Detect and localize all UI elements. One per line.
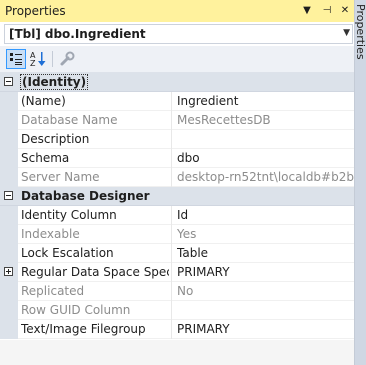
column-divider[interactable] — [171, 149, 172, 168]
property-value: MesRecettesDB — [177, 113, 271, 127]
property-name: Indexable — [21, 227, 80, 241]
window-position-dropdown-icon[interactable]: ▼ — [300, 4, 314, 18]
column-divider[interactable] — [171, 111, 172, 130]
row-gutter — [0, 168, 18, 187]
close-icon[interactable]: ✕ — [338, 4, 352, 18]
properties-side-tab[interactable]: Properties — [354, 0, 366, 365]
property-value: desktop-rn52tnt\localdb#b2be881 — [177, 170, 354, 184]
property-value[interactable]: Ingredient — [177, 94, 354, 108]
title-bar[interactable]: Properties ▼ ⊣ ✕ — [0, 0, 354, 22]
property-name: Text/Image Filegroup — [21, 322, 146, 336]
column-divider[interactable] — [171, 92, 172, 111]
row-gutter — [0, 263, 18, 282]
column-divider[interactable] — [171, 320, 172, 339]
collapse-icon[interactable] — [4, 191, 13, 200]
property-name: Replicated — [21, 284, 85, 298]
panel-title: Properties — [5, 4, 66, 18]
object-selector[interactable]: [Tbl] dbo.Ingredient ▼ — [4, 24, 353, 44]
property-grid: (Identity) (Name) Ingredient Database Name M… — [0, 73, 354, 339]
wrench-icon — [60, 51, 75, 66]
toolbar-separator — [52, 51, 53, 67]
property-value[interactable]: Id — [177, 208, 354, 222]
property-value: No — [177, 284, 194, 298]
property-value[interactable]: PRIMARY — [177, 322, 354, 336]
category-label: Database Designer — [21, 189, 150, 203]
collapse-icon[interactable] — [4, 77, 13, 86]
chevron-down-icon[interactable]: ▼ — [343, 28, 350, 38]
property-row[interactable]: Schema dbo — [0, 149, 354, 168]
property-name: Row GUID Column — [21, 303, 131, 317]
column-divider[interactable] — [171, 130, 172, 149]
column-divider[interactable] — [171, 282, 172, 301]
row-gutter — [0, 111, 18, 130]
row-gutter — [0, 225, 18, 244]
property-row[interactable]: Row GUID Column — [0, 301, 354, 320]
property-row[interactable]: Server Name desktop-rn52tnt\localdb#b2be8… — [0, 168, 354, 187]
alphabetical-icon: A Z — [30, 51, 46, 68]
category-label: (Identity) — [19, 74, 89, 90]
property-row[interactable]: Database Name MesRecettesDB — [0, 111, 354, 130]
row-gutter — [0, 130, 18, 149]
property-row[interactable]: Description — [0, 130, 354, 149]
property-name: Description — [21, 132, 90, 146]
property-row[interactable]: Identity Column Id — [0, 206, 354, 225]
object-name: dbo.Ingredient — [44, 27, 146, 41]
object-type: [Tbl] — [9, 27, 41, 41]
row-gutter — [0, 92, 18, 111]
column-divider[interactable] — [171, 244, 172, 263]
property-row[interactable]: Lock Escalation Table — [0, 244, 354, 263]
alphabetical-button[interactable]: A Z — [29, 49, 49, 69]
expand-icon[interactable] — [4, 267, 13, 276]
property-name: Server Name — [21, 170, 100, 184]
empty-area — [0, 340, 354, 365]
side-tab-label: Properties — [354, 4, 366, 60]
properties-panel: Properties ▼ ⊣ ✕ [Tbl] dbo.Ingredient ▼ … — [0, 0, 355, 365]
property-name: (Name) — [21, 94, 66, 108]
row-gutter — [0, 320, 18, 339]
column-divider[interactable] — [171, 225, 172, 244]
property-row[interactable]: Indexable Yes — [0, 225, 354, 244]
property-value[interactable]: PRIMARY — [177, 265, 354, 279]
category-header[interactable]: Database Designer — [0, 187, 354, 206]
categorized-icon — [10, 53, 22, 65]
row-gutter — [0, 244, 18, 263]
svg-text:Z: Z — [30, 59, 36, 68]
property-pages-button[interactable] — [57, 49, 77, 69]
property-name: Schema — [21, 151, 70, 165]
column-divider[interactable] — [171, 263, 172, 282]
property-name: Lock Escalation — [21, 246, 114, 260]
row-gutter — [0, 149, 18, 168]
property-name: Database Name — [21, 113, 118, 127]
categorized-button[interactable] — [6, 49, 26, 69]
pin-icon[interactable]: ⊣ — [320, 4, 334, 18]
property-name: Identity Column — [21, 208, 117, 222]
property-name: Regular Data Space Specifica — [21, 265, 169, 279]
column-divider[interactable] — [171, 168, 172, 187]
property-row[interactable]: Text/Image Filegroup PRIMARY — [0, 320, 354, 339]
column-divider[interactable] — [171, 301, 172, 320]
row-gutter — [0, 206, 18, 225]
property-value[interactable]: dbo — [177, 151, 354, 165]
property-row[interactable]: Regular Data Space Specifica PRIMARY — [0, 263, 354, 282]
row-gutter — [0, 282, 18, 301]
property-row[interactable]: Replicated No — [0, 282, 354, 301]
row-gutter — [0, 301, 18, 320]
category-header[interactable]: (Identity) — [0, 73, 354, 92]
property-value[interactable]: Table — [177, 246, 354, 260]
property-value: Yes — [177, 227, 197, 241]
column-divider[interactable] — [171, 206, 172, 225]
properties-toolbar: A Z — [0, 46, 354, 73]
property-row[interactable]: (Name) Ingredient — [0, 92, 354, 111]
